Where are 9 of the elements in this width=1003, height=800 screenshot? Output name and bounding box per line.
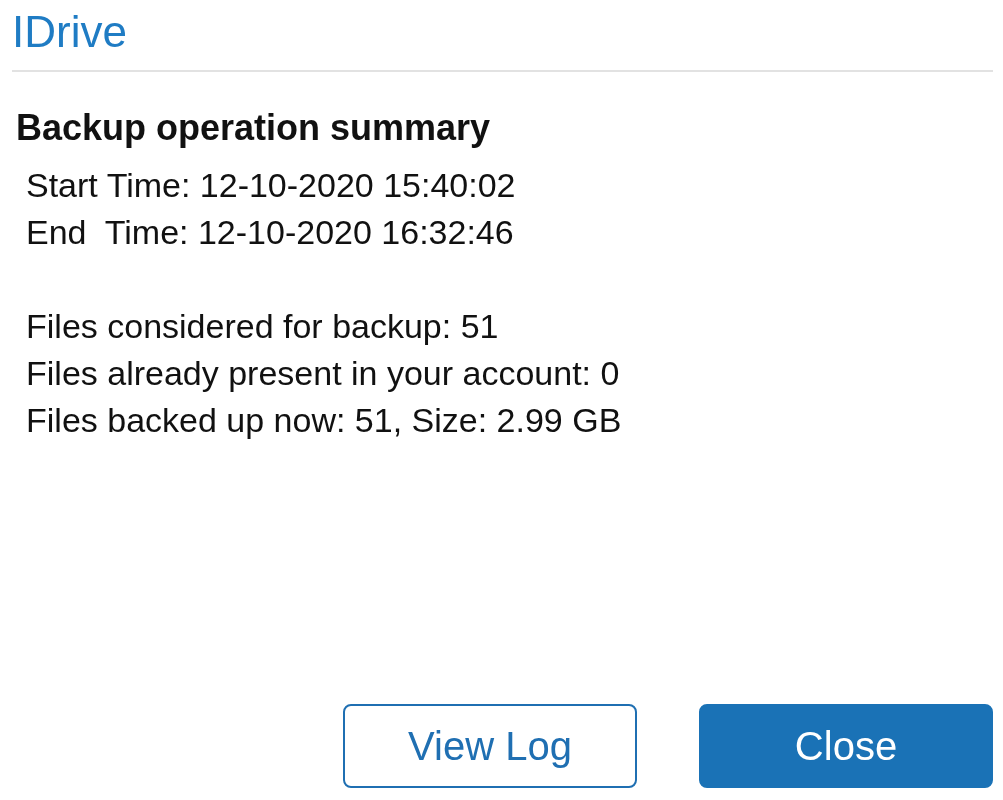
time-line: Start Time: 12-10-2020 15:40:02 xyxy=(26,165,516,206)
summary-heading: Backup operation summary xyxy=(16,106,491,150)
count-line: Files backed up now: 51, Size: 2.99 GB xyxy=(26,400,622,441)
time-line: End Time: 12-10-2020 16:32:46 xyxy=(26,212,514,253)
app-title: IDrive xyxy=(12,6,127,58)
count-line: Files considered for backup: 51 xyxy=(26,306,499,347)
close-button[interactable]: Close xyxy=(699,704,993,788)
view-log-button[interactable]: View Log xyxy=(343,704,637,788)
count-line: Files already present in your account: 0 xyxy=(26,353,620,394)
